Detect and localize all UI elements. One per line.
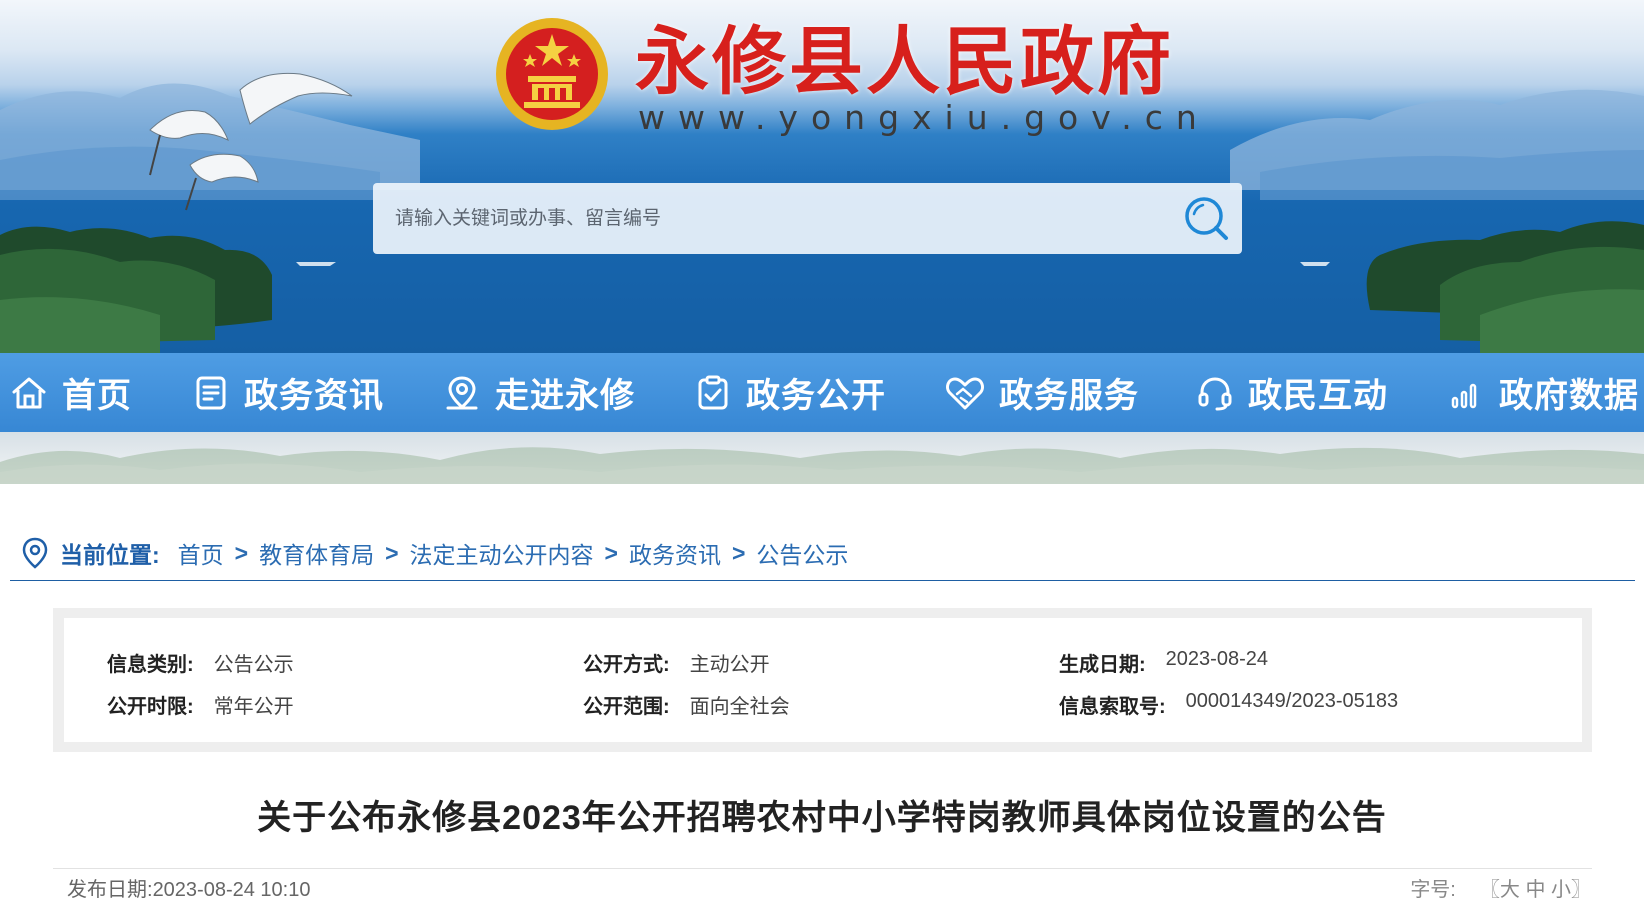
location-pin-icon bbox=[446, 375, 478, 409]
publish-date-label: 发布日期: bbox=[67, 879, 153, 899]
font-size-large-button[interactable]: 大 bbox=[1500, 879, 1520, 899]
info-date-value: 2023-08-24 bbox=[1165, 648, 1268, 670]
breadcrumb-item-announcements[interactable]: 公告公示 bbox=[756, 536, 848, 570]
breadcrumb-item-education-bureau[interactable]: 教育体育局 bbox=[259, 536, 374, 570]
site-header: 永修县人民政府 www.yongxiu.gov.cn bbox=[0, 0, 1644, 353]
clipboard-check-icon bbox=[698, 375, 728, 409]
info-index: 信息索取号: 000014349/2023-05183 bbox=[1059, 690, 1398, 719]
nav-label-home: 首页 bbox=[62, 377, 132, 415]
font-size-small-button[interactable]: 小 bbox=[1551, 879, 1571, 899]
nav-item-about[interactable]: 走进永修 bbox=[443, 353, 635, 432]
site-title: 永修县人民政府 bbox=[635, 19, 1174, 105]
heart-handshake-icon bbox=[946, 377, 984, 409]
info-index-value: 000014349/2023-05183 bbox=[1185, 690, 1399, 712]
info-date-label: 生成日期: bbox=[1059, 654, 1146, 676]
breadcrumb-separator: > bbox=[731, 539, 746, 566]
decorative-landscape-strip bbox=[0, 432, 1644, 484]
font-size-bracket-open: 〖 bbox=[1479, 879, 1500, 899]
national-emblem-logo bbox=[496, 18, 608, 130]
breadcrumb-separator: > bbox=[234, 539, 249, 566]
font-size-bracket-close: 〗 bbox=[1571, 879, 1591, 899]
info-scope: 公开范围: 面向全社会 bbox=[583, 690, 790, 719]
nav-label-about: 走进永修 bbox=[495, 377, 635, 415]
info-scope-value: 面向全社会 bbox=[689, 696, 790, 718]
nav-label-services: 政务服务 bbox=[999, 377, 1139, 415]
info-method-value: 主动公开 bbox=[689, 654, 770, 676]
main-navigation: 首页 政务资讯 走进永修 政务公开 政务服务 政民互动 政府数据 bbox=[0, 353, 1644, 432]
font-size-control: 字号: 〖大 中 小〗 bbox=[1410, 873, 1591, 899]
article-title: 关于公布永修县2023年公开招聘农村中小学特岗教师具体岗位设置的公告 bbox=[257, 799, 1387, 837]
breadcrumb-separator: > bbox=[385, 539, 399, 566]
document-icon bbox=[196, 376, 226, 409]
search-box bbox=[373, 183, 1242, 254]
search-icon bbox=[1185, 196, 1228, 240]
info-category-label: 信息类别: bbox=[107, 654, 194, 676]
nav-item-home[interactable]: 首页 bbox=[10, 353, 132, 432]
site-url: www.yongxiu.gov.cn bbox=[638, 98, 1210, 137]
publish-date-value: 2023-08-24 10:10 bbox=[152, 879, 311, 899]
bar-chart-icon bbox=[1451, 383, 1477, 408]
publish-date: 发布日期:2023-08-24 10:10 bbox=[67, 873, 310, 899]
info-term: 公开时限: 常年公开 bbox=[107, 690, 294, 719]
nav-label-open-gov: 政务公开 bbox=[746, 377, 886, 415]
info-method: 公开方式: 主动公开 bbox=[583, 648, 770, 677]
info-table: 信息类别: 公告公示 公开方式: 主动公开 生成日期: 2023-08-24 公… bbox=[64, 618, 1582, 742]
info-term-label: 公开时限: bbox=[107, 696, 194, 718]
breadcrumb: 当前位置: 首页 > 教育体育局 > 法定主动公开内容 > 政务资讯 > 公告公… bbox=[22, 533, 848, 573]
nav-label-interaction: 政民互动 bbox=[1248, 377, 1388, 415]
info-index-label: 信息索取号: bbox=[1059, 696, 1166, 718]
breadcrumb-item-news[interactable]: 政务资讯 bbox=[629, 536, 721, 570]
breadcrumb-divider bbox=[10, 580, 1635, 581]
breadcrumb-item-statutory-disclosure[interactable]: 法定主动公开内容 bbox=[410, 536, 594, 570]
forest-strip-decoration bbox=[0, 447, 1644, 484]
info-date: 生成日期: 2023-08-24 bbox=[1059, 648, 1268, 677]
home-icon bbox=[12, 377, 46, 408]
info-category-value: 公告公示 bbox=[213, 654, 294, 676]
info-method-label: 公开方式: bbox=[583, 654, 670, 676]
breadcrumb-item-home[interactable]: 首页 bbox=[178, 536, 224, 570]
nav-item-services[interactable]: 政务服务 bbox=[945, 353, 1139, 432]
nav-item-open-gov[interactable]: 政务公开 bbox=[694, 353, 886, 432]
font-size-medium-button[interactable]: 中 bbox=[1525, 879, 1545, 899]
breadcrumb-separator: > bbox=[604, 539, 618, 566]
location-marker-icon bbox=[22, 537, 48, 569]
search-input[interactable] bbox=[373, 183, 1172, 254]
info-category: 信息类别: 公告公示 bbox=[107, 648, 294, 677]
info-scope-label: 公开范围: bbox=[583, 696, 670, 718]
info-term-value: 常年公开 bbox=[213, 696, 294, 718]
nav-label-data: 政府数据 bbox=[1499, 377, 1639, 415]
font-size-label: 字号: bbox=[1410, 879, 1456, 899]
nav-item-data[interactable]: 政府数据 bbox=[1447, 353, 1639, 432]
nav-item-interaction[interactable]: 政民互动 bbox=[1196, 353, 1388, 432]
breadcrumb-label: 当前位置: bbox=[60, 542, 160, 568]
nav-item-news[interactable]: 政务资讯 bbox=[192, 353, 384, 432]
headset-icon bbox=[1198, 376, 1232, 410]
meta-divider bbox=[53, 868, 1592, 869]
search-button[interactable] bbox=[1172, 183, 1242, 254]
nav-label-news: 政务资讯 bbox=[244, 377, 384, 415]
